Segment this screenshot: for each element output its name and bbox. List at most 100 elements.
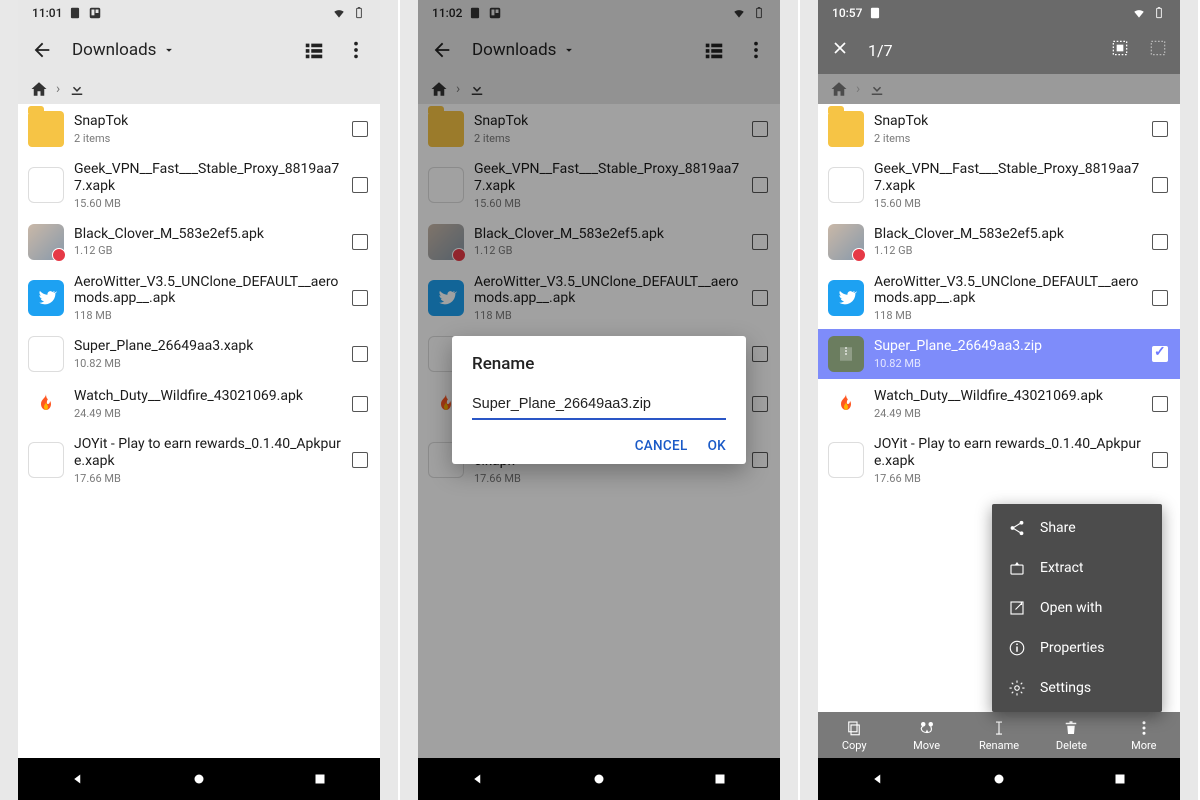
back-button[interactable] (430, 38, 454, 62)
checkbox[interactable] (352, 234, 368, 250)
menu-item-share[interactable]: Share (992, 508, 1162, 548)
list-item[interactable]: JOYit - Play to earn rewards_0.1.40_Apkp… (818, 429, 1180, 492)
battery-icon (352, 6, 366, 20)
nav-back[interactable] (869, 770, 887, 788)
statusbar: 10:57 (818, 0, 1180, 26)
list-item[interactable]: Watch_Duty__Wildfire_43021069.apk24.49 M… (18, 379, 380, 429)
home-icon[interactable] (30, 80, 48, 98)
close-selection-button[interactable] (830, 38, 850, 62)
checkbox[interactable] (1152, 396, 1168, 412)
list-item[interactable]: Watch_Duty__Wildfire_43021069.apk24.49 M… (818, 379, 1180, 429)
statusbar: 11:01 (18, 0, 380, 26)
list-item[interactable]: Super_Plane_26649aa3.zip10.82 MB (818, 329, 1180, 379)
dialog-title: Rename (472, 354, 726, 374)
checkbox[interactable] (352, 177, 368, 193)
toolbar-copy[interactable]: Copy (818, 712, 890, 758)
nav-back[interactable] (469, 770, 487, 788)
cancel-button[interactable]: CANCEL (635, 438, 688, 454)
checkbox[interactable] (752, 121, 768, 137)
select-all-button[interactable] (1110, 38, 1130, 62)
file-name: AeroWitter_V3.5_UNClone_DEFAULT__aeromod… (474, 274, 742, 308)
battery-icon (1152, 6, 1166, 20)
checkbox[interactable] (352, 452, 368, 468)
list-item[interactable]: Geek_VPN__Fast___Stable_Proxy_8819aa77.x… (818, 154, 1180, 217)
anime-icon (28, 224, 64, 260)
select-inverse-button[interactable] (1148, 38, 1168, 62)
page-title[interactable]: Downloads (72, 40, 156, 60)
nav-home[interactable] (590, 770, 608, 788)
blank-icon (828, 442, 864, 478)
checkbox[interactable] (752, 346, 768, 362)
menu-item-settings[interactable]: Settings (992, 668, 1162, 708)
checkbox[interactable] (752, 452, 768, 468)
home-icon (830, 80, 848, 98)
actionbar: Downloads (418, 26, 780, 74)
file-name: Geek_VPN__Fast___Stable_Proxy_8819aa77.x… (74, 161, 342, 195)
overflow-button[interactable] (344, 38, 368, 62)
file-name: SnapTok (74, 113, 342, 130)
checkbox[interactable] (352, 121, 368, 137)
checkbox[interactable] (1152, 121, 1168, 137)
list-item[interactable]: SnapTok2 items (18, 104, 380, 154)
checkbox[interactable] (752, 290, 768, 306)
checkbox[interactable] (1152, 346, 1168, 362)
toolbar-delete[interactable]: Delete (1035, 712, 1107, 758)
toolbar-rename[interactable]: Rename (963, 712, 1035, 758)
sd-icon (468, 6, 482, 20)
checkbox[interactable] (352, 396, 368, 412)
checkbox[interactable] (352, 290, 368, 306)
status-time: 11:01 (32, 6, 62, 20)
checkbox[interactable] (1152, 177, 1168, 193)
list-item[interactable]: AeroWitter_V3.5_UNClone_DEFAULT__aeromod… (818, 267, 1180, 330)
download-icon[interactable] (68, 80, 86, 98)
list-item[interactable]: Black_Clover_M_583e2ef5.apk1.12 GB (418, 217, 780, 267)
checkbox[interactable] (352, 346, 368, 362)
checkbox[interactable] (752, 234, 768, 250)
list-item[interactable]: JOYit - Play to earn rewards_0.1.40_Apkp… (18, 429, 380, 492)
folder-icon (428, 111, 464, 147)
view-list-button[interactable] (302, 38, 326, 62)
list-item[interactable]: Geek_VPN__Fast___Stable_Proxy_8819aa77.x… (18, 154, 380, 217)
file-size: 15.60 MB (74, 197, 342, 210)
breadcrumb[interactable]: › (18, 74, 380, 104)
checkbox[interactable] (1152, 452, 1168, 468)
flame-icon (828, 386, 864, 422)
back-button[interactable] (30, 38, 54, 62)
menu-item-open-with[interactable]: Open with (992, 588, 1162, 628)
file-name: Super_Plane_26649aa3.xapk (74, 338, 342, 355)
checkbox[interactable] (752, 177, 768, 193)
file-size: 24.49 MB (74, 407, 342, 420)
nav-recent[interactable] (711, 770, 729, 788)
nav-home[interactable] (990, 770, 1008, 788)
list-item[interactable]: Super_Plane_26649aa3.xapk10.82 MB (18, 329, 380, 379)
ok-button[interactable]: OK (708, 438, 726, 454)
list-item[interactable]: AeroWitter_V3.5_UNClone_DEFAULT__aeromod… (18, 267, 380, 330)
folder-icon (828, 111, 864, 147)
checkbox[interactable] (752, 396, 768, 412)
nav-home[interactable] (190, 770, 208, 788)
list-item[interactable]: Black_Clover_M_583e2ef5.apk1.12 GB (18, 217, 380, 267)
file-size: 2 items (474, 132, 742, 145)
checkbox[interactable] (1152, 290, 1168, 306)
list-item[interactable]: AeroWitter_V3.5_UNClone_DEFAULT__aeromod… (418, 267, 780, 330)
menu-item-extract[interactable]: Extract (992, 548, 1162, 588)
nav-recent[interactable] (1111, 770, 1129, 788)
menu-item-properties[interactable]: Properties (992, 628, 1162, 668)
nav-recent[interactable] (311, 770, 329, 788)
checkbox[interactable] (1152, 234, 1168, 250)
trello-icon (488, 6, 502, 20)
list-item[interactable]: Black_Clover_M_583e2ef5.apk1.12 GB (818, 217, 1180, 267)
file-size: 24.49 MB (874, 407, 1142, 420)
toolbar-move[interactable]: Move (890, 712, 962, 758)
toolbar-more[interactable]: More (1108, 712, 1180, 758)
rename-input[interactable] (472, 392, 726, 420)
file-size: 1.12 GB (74, 244, 342, 257)
list-item[interactable]: SnapTok2 items (818, 104, 1180, 154)
chevron-icon: › (56, 81, 60, 97)
nav-back[interactable] (69, 770, 87, 788)
file-name: Geek_VPN__Fast___Stable_Proxy_8819aa77.x… (874, 161, 1142, 195)
dropdown-icon[interactable] (162, 43, 176, 57)
overflow-menu: ShareExtractOpen withPropertiesSettings (992, 504, 1162, 712)
list-item[interactable]: SnapTok2 items (418, 104, 780, 154)
list-item[interactable]: Geek_VPN__Fast___Stable_Proxy_8819aa77.x… (418, 154, 780, 217)
